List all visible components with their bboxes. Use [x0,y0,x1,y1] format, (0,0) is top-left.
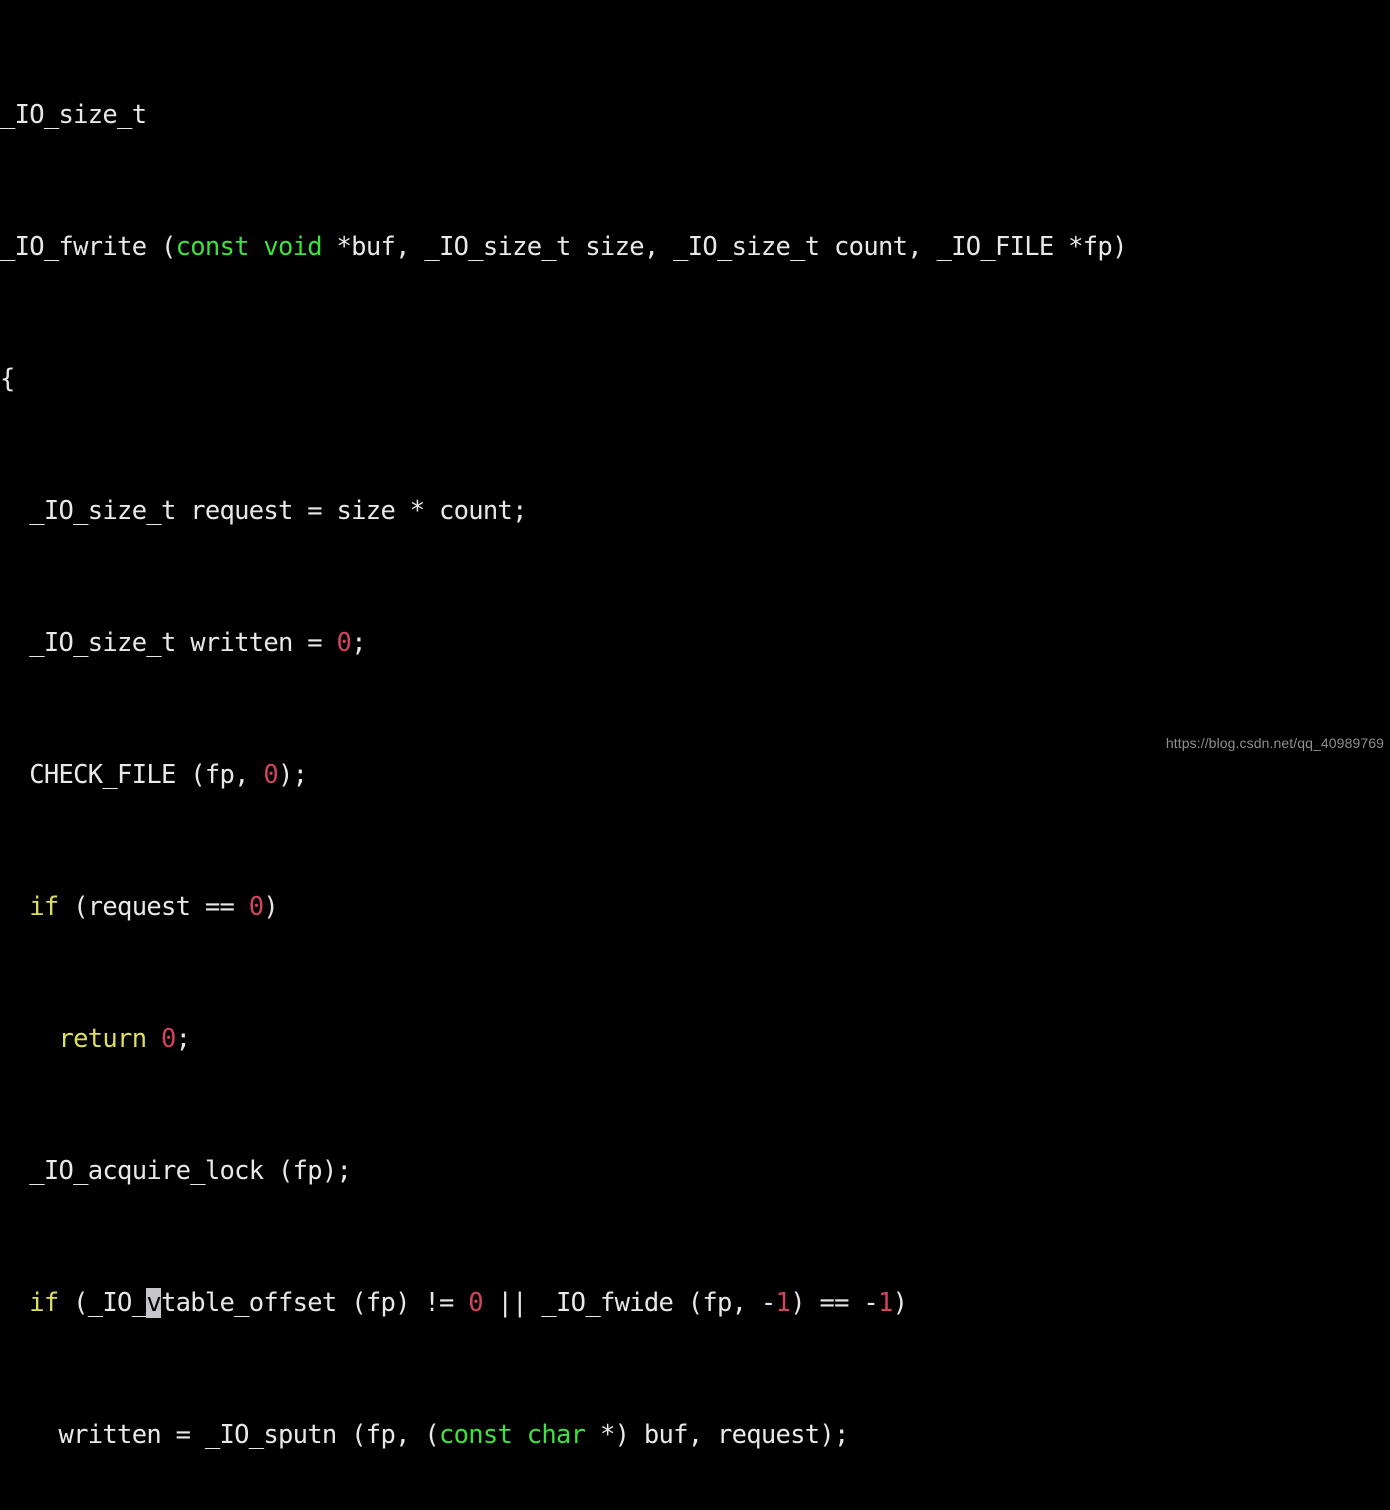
terminal-screen: _IO_size_t _IO_fwrite (const void *buf, … [0,0,1390,1450]
code-token: ); [278,760,308,790]
source-code-view[interactable]: _IO_size_t _IO_fwrite (const void *buf, … [0,0,1390,1510]
code-line-7: if (request == 0) [0,891,1390,924]
code-token: _IO_fwrite ( [0,232,176,262]
code-token-number: 0 [248,892,264,922]
code-token: ) == - [790,1288,879,1318]
code-line-2: _IO_fwrite (const void *buf, _IO_size_t … [0,231,1390,264]
code-line-10: if (_IO_vtable_offset (fp) != 0 || _IO_f… [0,1287,1390,1320]
code-token-number: 0 [336,628,352,658]
code-line-8: return 0; [0,1023,1390,1056]
watermark: https://blog.csdn.net/qq_40989769 [1165,735,1384,751]
code-token-number: 0 [468,1288,483,1318]
code-token: table_offset (fp) != [160,1288,469,1318]
code-token: _IO_size_t request = size * count; [0,496,527,526]
code-token-type: const char [438,1420,586,1450]
code-token: *buf, _IO_size_t size, _IO_size_t count,… [321,232,1128,262]
code-token: ) [263,892,279,922]
text-cursor[interactable]: v [146,1288,162,1318]
code-token-keyword: return [58,1024,148,1054]
code-token: written = _IO_sputn (fp, ( [0,1420,440,1450]
code-token-number: 0 [263,760,279,790]
code-token: _IO_acquire_lock (fp); [0,1156,352,1186]
code-line-6: CHECK_FILE (fp, 0); [0,759,1390,792]
code-line-5: _IO_size_t written = 0; [0,627,1390,660]
code-token: ; [175,1024,191,1054]
code-line-11: written = _IO_sputn (fp, (const char *) … [0,1419,1390,1452]
code-token: _IO_size_t [0,100,147,130]
code-token: CHECK_FILE (fp, [0,760,264,790]
code-token: *) buf, request); [585,1420,849,1450]
code-line-9: _IO_acquire_lock (fp); [0,1155,1390,1188]
code-token: _IO_size_t written = [0,628,337,658]
code-token-keyword: if [29,1288,59,1318]
code-token: (request == [58,892,249,922]
code-line-3: { [0,363,1390,396]
code-line-1: _IO_size_t [0,99,1390,132]
code-token-number: 1 [877,1288,893,1318]
code-token: { [0,364,15,394]
code-token-type: const void [175,232,323,262]
code-token-number: 0 [160,1024,176,1054]
code-token-keyword: if [29,892,59,922]
code-token: ) [892,1288,908,1318]
code-line-4: _IO_size_t request = size * count; [0,495,1390,528]
code-token-number: 1 [775,1288,791,1318]
code-token: (_IO_ [58,1288,147,1318]
code-token: || _IO_fwide (fp, - [482,1288,777,1318]
code-token: ; [351,628,366,658]
